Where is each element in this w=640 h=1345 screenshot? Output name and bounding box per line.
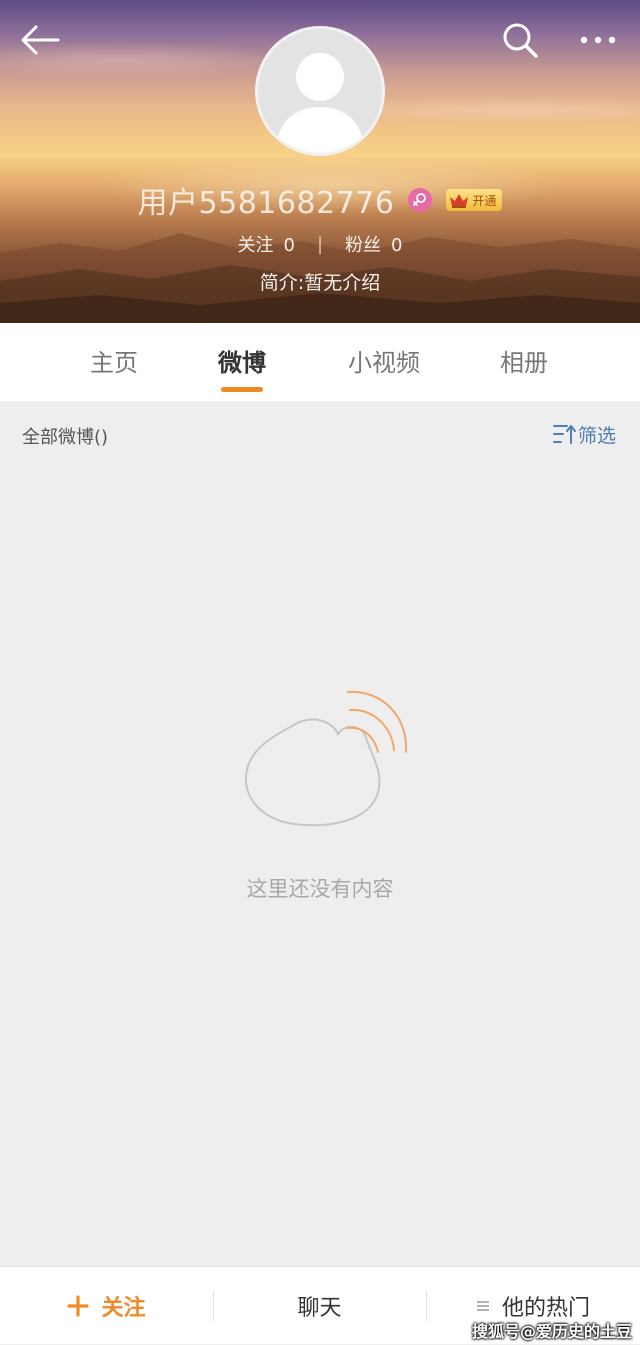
more-button[interactable] <box>576 18 620 62</box>
profile-header: 用户5581682776 开通 关注 0 | 粉丝 0 简介:暂无介绍 <box>0 0 640 323</box>
watermark: 搜狐号@爱历史的土豆 <box>471 1322 632 1341</box>
chat-button[interactable]: 聊天 <box>213 1267 426 1345</box>
tab-weibo[interactable]: 微博 <box>182 343 302 378</box>
active-tab-indicator <box>221 387 263 392</box>
search-icon <box>503 23 538 58</box>
follow-stat-label: 关注 <box>237 235 274 256</box>
tab-home[interactable]: 主页 <box>54 343 174 378</box>
avatar-placeholder-icon <box>276 53 364 153</box>
empty-state-text: 这里还没有内容 <box>246 877 394 901</box>
filter-label: 筛选 <box>578 424 617 447</box>
tab-album[interactable]: 相册 <box>464 343 584 378</box>
chat-button-label: 聊天 <box>297 1296 342 1321</box>
filter-icon <box>553 425 576 444</box>
all-posts-label: 全部微博() <box>22 427 109 448</box>
empty-state-icon <box>244 690 408 827</box>
search-button[interactable] <box>498 18 542 62</box>
follow-button[interactable]: 关注 <box>0 1267 213 1345</box>
more-icon <box>580 36 616 44</box>
stats-row: 关注 0 | 粉丝 0 <box>0 230 640 258</box>
fans-stat-label: 粉丝 <box>345 235 382 256</box>
back-button[interactable] <box>18 18 62 62</box>
username: 用户5581682776 <box>137 186 395 221</box>
feed-filter-bar: 全部微博() 筛选 <box>0 401 640 467</box>
bio: 简介:暂无介绍 <box>259 272 381 294</box>
stats-separator: | <box>316 233 324 255</box>
vip-label: 开通 <box>472 193 497 208</box>
follow-stat-count: 0 <box>283 235 295 256</box>
fans-stat-count: 0 <box>391 235 403 256</box>
crown-icon <box>450 194 469 208</box>
profile-tabs: 主页 微博 小视频 相册 <box>0 323 640 401</box>
menu-lines-icon <box>476 1301 489 1311</box>
fans-stat[interactable]: 粉丝 0 <box>345 231 402 257</box>
plus-icon <box>67 1295 90 1317</box>
female-icon <box>413 193 427 206</box>
follow-button-label: 关注 <box>101 1296 146 1321</box>
name-row: 用户5581682776 开通 <box>0 178 640 222</box>
follow-stat[interactable]: 关注 0 <box>238 231 295 257</box>
filter-button[interactable]: 筛选 <box>552 421 616 447</box>
back-arrow-icon <box>21 25 60 55</box>
avatar[interactable] <box>255 26 385 156</box>
gender-badge <box>408 188 433 212</box>
vip-badge[interactable]: 开通 <box>446 189 503 211</box>
tab-short-video[interactable]: 小视频 <box>324 343 444 378</box>
